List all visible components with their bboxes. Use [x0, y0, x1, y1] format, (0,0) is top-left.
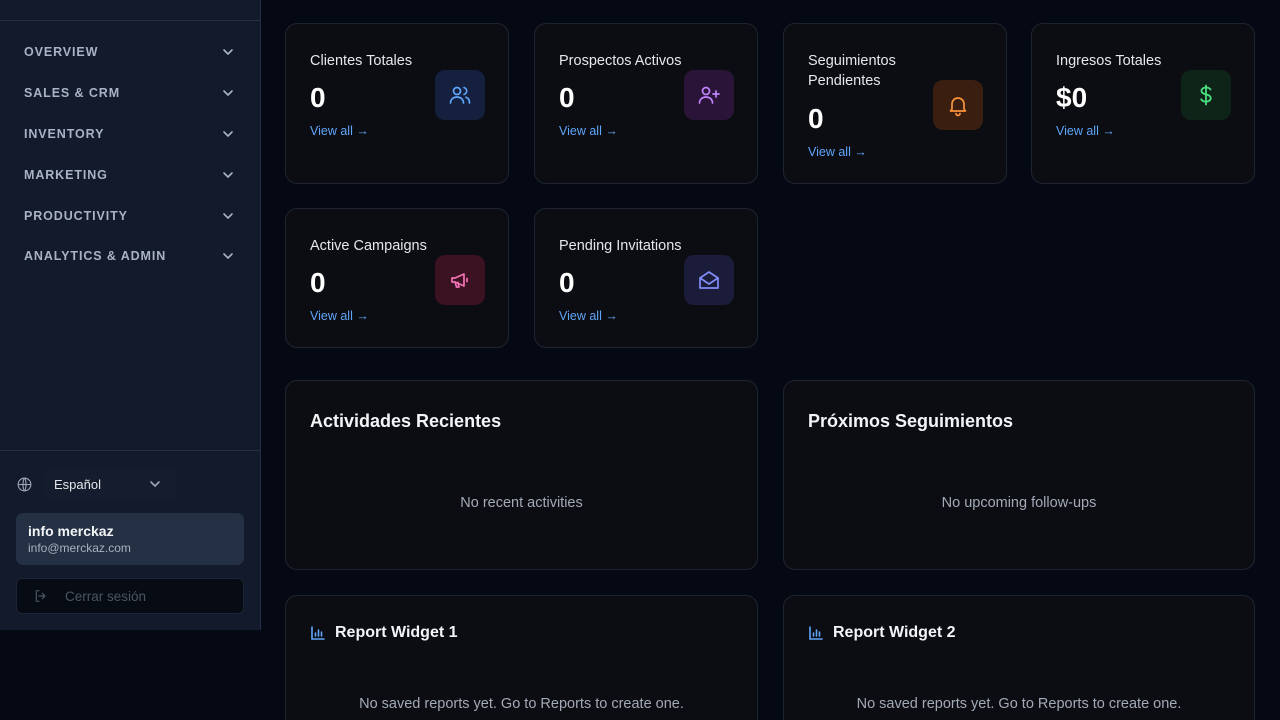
sidebar-nav: OVERVIEW SALES & CRM INVENTORY MARKETING… [0, 32, 260, 277]
stat-card-ingresos: Ingresos Totales $0 View all → [1031, 23, 1255, 184]
upcoming-followups-panel: Próximos Seguimientos No upcoming follow… [783, 380, 1255, 570]
stat-value: 0 [559, 82, 575, 113]
stat-card-seguimientos: Seguimientos Pendientes 0 View all → [783, 23, 1007, 184]
chevron-down-icon [149, 478, 161, 490]
panel-title: Actividades Recientes [310, 411, 502, 431]
bar-chart-icon [310, 625, 326, 641]
empty-message: No recent activities [460, 495, 583, 511]
language-switcher: Español [16, 468, 175, 500]
stat-value: 0 [310, 82, 326, 113]
sidebar-item-productivity[interactable]: PRODUCTIVITY [0, 195, 260, 236]
sidebar-item-overview[interactable]: OVERVIEW [0, 32, 260, 73]
widget-title: Report Widget 1 [335, 624, 458, 641]
chevron-down-icon [222, 46, 234, 58]
dollar-icon [1181, 70, 1231, 120]
sidebar-item-label: SALES & CRM [24, 86, 121, 101]
sidebar-item-label: ANALYTICS & ADMIN [24, 249, 167, 264]
stat-value: 0 [808, 103, 824, 134]
language-selected-value: Español [54, 476, 101, 492]
sidebar-item-sales-crm[interactable]: SALES & CRM [0, 73, 260, 114]
logout-button[interactable]: Cerrar sesión [16, 578, 244, 614]
stat-card-invitations: Pending Invitations 0 View all → [534, 208, 758, 348]
user-name: info merckaz [28, 523, 114, 539]
view-all-link[interactable]: View all → [1056, 124, 1115, 138]
widget-header: Report Widget 2 [808, 624, 956, 642]
chevron-down-icon [222, 250, 234, 262]
empty-message: No upcoming follow-ups [941, 495, 1097, 511]
language-select[interactable]: Español [45, 468, 175, 500]
stat-title: Seguimientos Pendientes [808, 53, 896, 89]
chevron-down-icon [222, 128, 234, 140]
view-all-link[interactable]: View all → [808, 145, 867, 159]
divider [0, 450, 260, 451]
sidebar-item-analytics-admin[interactable]: ANALYTICS & ADMIN [0, 236, 260, 277]
view-all-link[interactable]: View all → [559, 309, 618, 323]
bell-icon [933, 80, 983, 130]
stat-title: Prospectos Activos [559, 53, 682, 69]
sidebar: OVERVIEW SALES & CRM INVENTORY MARKETING… [0, 0, 261, 630]
empty-message: No saved reports yet. Go to Reports to c… [856, 696, 1182, 712]
mail-open-icon [684, 255, 734, 305]
stat-value: $0 [1056, 82, 1088, 113]
sidebar-item-label: MARKETING [24, 167, 108, 182]
stat-title: Ingresos Totales [1056, 53, 1162, 69]
stat-title: Pending Invitations [559, 238, 682, 254]
stat-value: 0 [310, 267, 326, 298]
empty-message: No saved reports yet. Go to Reports to c… [359, 696, 684, 712]
user-card: info merckaz info@merckaz.com [16, 513, 244, 565]
stat-card-clientes: Clientes Totales 0 View all → [285, 23, 509, 184]
recent-activities-panel: Actividades Recientes No recent activiti… [285, 380, 758, 570]
bar-chart-icon [808, 625, 824, 641]
chevron-down-icon [222, 169, 234, 181]
user-plus-icon [684, 70, 734, 120]
view-all-link[interactable]: View all → [310, 124, 369, 138]
sidebar-item-inventory[interactable]: INVENTORY [0, 114, 260, 155]
chevron-down-icon [222, 210, 234, 222]
megaphone-icon [435, 255, 485, 305]
stat-value: 0 [559, 267, 575, 298]
users-icon [435, 70, 485, 120]
sidebar-item-label: PRODUCTIVITY [24, 208, 128, 223]
sidebar-item-label: OVERVIEW [24, 45, 99, 60]
divider [0, 20, 260, 21]
view-all-link[interactable]: View all → [310, 309, 369, 323]
stat-title: Clientes Totales [310, 53, 413, 69]
sidebar-item-label: INVENTORY [24, 126, 105, 141]
stat-card-prospectos: Prospectos Activos 0 View all → [534, 23, 758, 184]
panel-title: Próximos Seguimientos [808, 411, 1014, 431]
view-all-link[interactable]: View all → [559, 124, 618, 138]
chevron-down-icon [222, 87, 234, 99]
globe-icon [16, 476, 33, 493]
user-email: info@merckaz.com [28, 541, 131, 555]
logout-icon [33, 588, 49, 604]
widget-header: Report Widget 1 [310, 624, 458, 642]
sidebar-item-marketing[interactable]: MARKETING [0, 154, 260, 195]
report-widget-2: Report Widget 2 No saved reports yet. Go… [783, 595, 1255, 720]
widget-title: Report Widget 2 [833, 624, 956, 641]
stat-title: Active Campaigns [310, 238, 427, 254]
stat-card-campaigns: Active Campaigns 0 View all → [285, 208, 509, 348]
report-widget-1: Report Widget 1 No saved reports yet. Go… [285, 595, 758, 720]
logout-label: Cerrar sesión [65, 588, 147, 604]
